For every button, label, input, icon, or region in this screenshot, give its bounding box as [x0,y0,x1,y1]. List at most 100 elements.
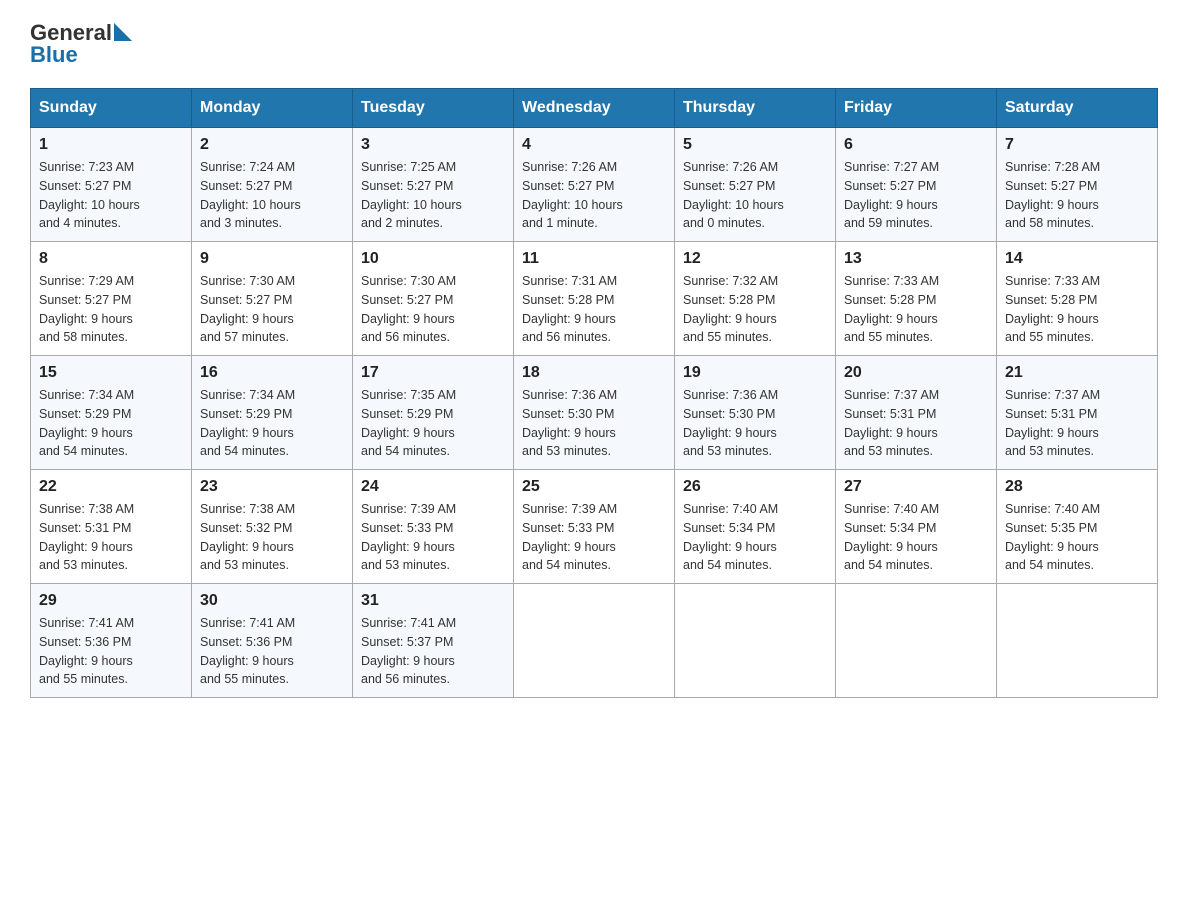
logo: General Blue [30,20,132,68]
calendar-cell: 6 Sunrise: 7:27 AMSunset: 5:27 PMDayligh… [836,128,997,242]
calendar-cell: 27 Sunrise: 7:40 AMSunset: 5:34 PMDaylig… [836,470,997,584]
logo-blue-text: Blue [30,42,78,68]
day-info: Sunrise: 7:41 AMSunset: 5:37 PMDaylight:… [361,614,505,689]
header-monday: Monday [192,89,353,128]
day-number: 6 [844,136,988,154]
day-number: 22 [39,478,183,496]
calendar-cell: 16 Sunrise: 7:34 AMSunset: 5:29 PMDaylig… [192,356,353,470]
day-number: 4 [522,136,666,154]
calendar-cell: 12 Sunrise: 7:32 AMSunset: 5:28 PMDaylig… [675,242,836,356]
calendar-cell: 24 Sunrise: 7:39 AMSunset: 5:33 PMDaylig… [353,470,514,584]
calendar-header-row: SundayMondayTuesdayWednesdayThursdayFrid… [31,89,1158,128]
day-number: 29 [39,592,183,610]
day-info: Sunrise: 7:28 AMSunset: 5:27 PMDaylight:… [1005,158,1149,233]
day-number: 10 [361,250,505,268]
header-wednesday: Wednesday [514,89,675,128]
day-info: Sunrise: 7:33 AMSunset: 5:28 PMDaylight:… [1005,272,1149,347]
calendar-table: SundayMondayTuesdayWednesdayThursdayFrid… [30,88,1158,698]
day-info: Sunrise: 7:34 AMSunset: 5:29 PMDaylight:… [200,386,344,461]
calendar-cell: 8 Sunrise: 7:29 AMSunset: 5:27 PMDayligh… [31,242,192,356]
day-number: 18 [522,364,666,382]
calendar-cell: 28 Sunrise: 7:40 AMSunset: 5:35 PMDaylig… [997,470,1158,584]
calendar-cell [997,584,1158,698]
day-number: 23 [200,478,344,496]
calendar-cell: 29 Sunrise: 7:41 AMSunset: 5:36 PMDaylig… [31,584,192,698]
day-info: Sunrise: 7:24 AMSunset: 5:27 PMDaylight:… [200,158,344,233]
calendar-cell: 2 Sunrise: 7:24 AMSunset: 5:27 PMDayligh… [192,128,353,242]
day-number: 28 [1005,478,1149,496]
calendar-cell: 25 Sunrise: 7:39 AMSunset: 5:33 PMDaylig… [514,470,675,584]
day-number: 20 [844,364,988,382]
day-info: Sunrise: 7:23 AMSunset: 5:27 PMDaylight:… [39,158,183,233]
day-info: Sunrise: 7:26 AMSunset: 5:27 PMDaylight:… [683,158,827,233]
day-info: Sunrise: 7:34 AMSunset: 5:29 PMDaylight:… [39,386,183,461]
day-info: Sunrise: 7:27 AMSunset: 5:27 PMDaylight:… [844,158,988,233]
day-number: 21 [1005,364,1149,382]
day-info: Sunrise: 7:31 AMSunset: 5:28 PMDaylight:… [522,272,666,347]
calendar-cell: 23 Sunrise: 7:38 AMSunset: 5:32 PMDaylig… [192,470,353,584]
calendar-week-row: 22 Sunrise: 7:38 AMSunset: 5:31 PMDaylig… [31,470,1158,584]
day-number: 5 [683,136,827,154]
calendar-cell: 11 Sunrise: 7:31 AMSunset: 5:28 PMDaylig… [514,242,675,356]
calendar-week-row: 29 Sunrise: 7:41 AMSunset: 5:36 PMDaylig… [31,584,1158,698]
header-thursday: Thursday [675,89,836,128]
day-number: 13 [844,250,988,268]
calendar-cell: 19 Sunrise: 7:36 AMSunset: 5:30 PMDaylig… [675,356,836,470]
calendar-cell [836,584,997,698]
day-number: 16 [200,364,344,382]
day-number: 1 [39,136,183,154]
calendar-week-row: 8 Sunrise: 7:29 AMSunset: 5:27 PMDayligh… [31,242,1158,356]
page-header: General Blue [30,20,1158,68]
day-number: 19 [683,364,827,382]
logo-arrow-icon [114,23,132,41]
day-number: 14 [1005,250,1149,268]
day-info: Sunrise: 7:39 AMSunset: 5:33 PMDaylight:… [522,500,666,575]
calendar-cell: 4 Sunrise: 7:26 AMSunset: 5:27 PMDayligh… [514,128,675,242]
day-number: 11 [522,250,666,268]
calendar-cell: 5 Sunrise: 7:26 AMSunset: 5:27 PMDayligh… [675,128,836,242]
calendar-week-row: 15 Sunrise: 7:34 AMSunset: 5:29 PMDaylig… [31,356,1158,470]
day-info: Sunrise: 7:29 AMSunset: 5:27 PMDaylight:… [39,272,183,347]
calendar-cell: 31 Sunrise: 7:41 AMSunset: 5:37 PMDaylig… [353,584,514,698]
day-info: Sunrise: 7:37 AMSunset: 5:31 PMDaylight:… [844,386,988,461]
calendar-cell: 22 Sunrise: 7:38 AMSunset: 5:31 PMDaylig… [31,470,192,584]
header-saturday: Saturday [997,89,1158,128]
day-info: Sunrise: 7:36 AMSunset: 5:30 PMDaylight:… [683,386,827,461]
header-tuesday: Tuesday [353,89,514,128]
header-sunday: Sunday [31,89,192,128]
calendar-cell: 1 Sunrise: 7:23 AMSunset: 5:27 PMDayligh… [31,128,192,242]
day-info: Sunrise: 7:40 AMSunset: 5:34 PMDaylight:… [683,500,827,575]
day-number: 2 [200,136,344,154]
day-info: Sunrise: 7:40 AMSunset: 5:35 PMDaylight:… [1005,500,1149,575]
calendar-cell: 7 Sunrise: 7:28 AMSunset: 5:27 PMDayligh… [997,128,1158,242]
day-info: Sunrise: 7:25 AMSunset: 5:27 PMDaylight:… [361,158,505,233]
day-number: 12 [683,250,827,268]
calendar-cell: 14 Sunrise: 7:33 AMSunset: 5:28 PMDaylig… [997,242,1158,356]
calendar-cell: 21 Sunrise: 7:37 AMSunset: 5:31 PMDaylig… [997,356,1158,470]
calendar-cell: 26 Sunrise: 7:40 AMSunset: 5:34 PMDaylig… [675,470,836,584]
day-number: 30 [200,592,344,610]
day-info: Sunrise: 7:38 AMSunset: 5:31 PMDaylight:… [39,500,183,575]
day-number: 24 [361,478,505,496]
calendar-cell: 9 Sunrise: 7:30 AMSunset: 5:27 PMDayligh… [192,242,353,356]
day-number: 8 [39,250,183,268]
header-friday: Friday [836,89,997,128]
calendar-cell [675,584,836,698]
day-number: 3 [361,136,505,154]
day-number: 9 [200,250,344,268]
calendar-cell: 10 Sunrise: 7:30 AMSunset: 5:27 PMDaylig… [353,242,514,356]
day-info: Sunrise: 7:33 AMSunset: 5:28 PMDaylight:… [844,272,988,347]
day-number: 7 [1005,136,1149,154]
day-number: 26 [683,478,827,496]
day-number: 25 [522,478,666,496]
calendar-cell: 20 Sunrise: 7:37 AMSunset: 5:31 PMDaylig… [836,356,997,470]
day-info: Sunrise: 7:37 AMSunset: 5:31 PMDaylight:… [1005,386,1149,461]
day-number: 15 [39,364,183,382]
calendar-cell: 30 Sunrise: 7:41 AMSunset: 5:36 PMDaylig… [192,584,353,698]
day-info: Sunrise: 7:41 AMSunset: 5:36 PMDaylight:… [39,614,183,689]
day-info: Sunrise: 7:26 AMSunset: 5:27 PMDaylight:… [522,158,666,233]
day-number: 27 [844,478,988,496]
day-info: Sunrise: 7:32 AMSunset: 5:28 PMDaylight:… [683,272,827,347]
day-number: 17 [361,364,505,382]
day-info: Sunrise: 7:40 AMSunset: 5:34 PMDaylight:… [844,500,988,575]
